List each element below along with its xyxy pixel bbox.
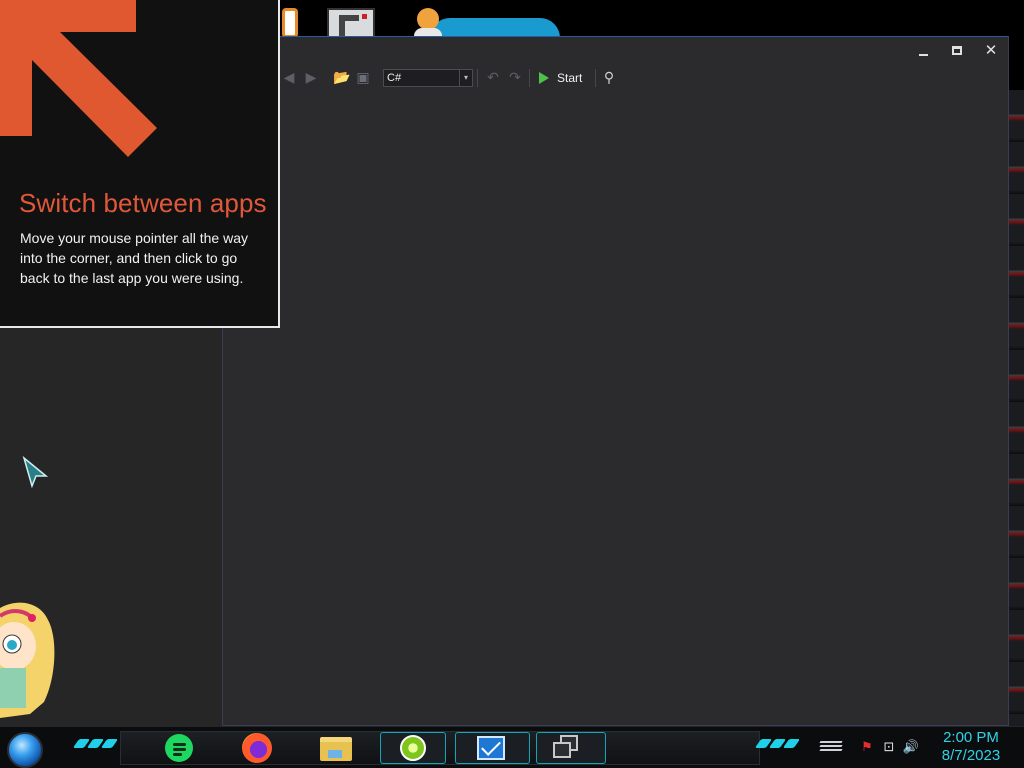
action-center-flag-icon[interactable]: ⚑ [858,739,876,755]
search-icon[interactable]: ⚲ [601,69,617,85]
desktop-app-icon-person[interactable] [414,8,442,38]
chevron-down-icon[interactable]: ▾ [459,70,472,86]
taskbar-file-explorer[interactable] [318,731,352,765]
toolbar-separator [477,69,478,87]
maximize-icon [952,46,962,55]
play-icon [539,72,549,84]
wallpaper-blue-shape [430,18,560,38]
system-tray: ⚑ ⊡ 🔊 [819,735,930,761]
taskbar-task-view[interactable] [548,731,582,765]
taskbar: ⚑ ⊡ 🔊 2:00 PM 8/7/2023 [0,726,1024,768]
taskbar-decoration-right [754,739,802,749]
open-folder-icon[interactable]: 📂 [333,69,350,85]
start-run-label: Start [557,71,583,85]
tip-title: Switch between apps [19,188,267,218]
wallpaper-scifi-strip [1008,90,1024,726]
taskbar-clock[interactable]: 2:00 PM 8/7/2023 [936,729,1006,765]
close-button[interactable]: ✕ [974,37,1008,65]
language-select-value: C# [387,72,402,84]
switch-apps-tip-flyout: Switch between apps Move your mouse poin… [0,0,280,328]
window-title-bar[interactable]: ✕ [223,37,1008,67]
toolbar-separator [529,69,530,87]
back-icon[interactable]: ◀ [281,69,297,85]
mail-icon [477,736,505,760]
language-select[interactable]: C# ▾ [383,69,473,87]
save-icon[interactable]: ▣ [355,69,371,85]
cartoon-character-image [0,602,55,718]
desktop-app-icon-orange[interactable] [282,8,298,38]
toolbar-separator [595,69,596,87]
network-icon[interactable]: ⊡ [880,739,898,755]
mouse-cursor-icon [22,456,48,488]
taskbar-decoration-left [72,739,120,749]
folder-icon [320,737,352,761]
redo-icon[interactable]: ↷ [507,69,523,85]
desktop-app-icon-map[interactable] [327,8,375,38]
clock-date: 8/7/2023 [941,747,1001,764]
chat-app-icon [165,734,193,762]
start-button[interactable] [7,732,43,768]
desktop: ✕ ◀ ▶ 📂 ▣ C# ▾ ↶ ↷ Start ⚲ Switch betwee… [0,0,1024,768]
clock-time: 2:00 PM [943,729,999,746]
editor-toolbar: ◀ ▶ 📂 ▣ C# ▾ ↶ ↷ Start ⚲ [281,67,681,91]
firefox-icon [242,733,272,763]
windows-icon [553,742,571,758]
maximize-button[interactable] [940,37,974,65]
tip-body: Move your mouse pointer all the way into… [20,230,248,286]
code-editor-window: ✕ ◀ ▶ 📂 ▣ C# ▾ ↶ ↷ Start ⚲ [222,36,1009,726]
minimize-icon [919,54,928,56]
taskbar-messaging-app[interactable] [162,731,196,765]
corner-arrow-icon [0,0,157,157]
lime-icon [400,735,426,761]
minimize-button[interactable] [906,37,940,65]
taskbar-mail[interactable] [474,731,508,765]
forward-icon[interactable]: ▶ [303,69,319,85]
volume-icon[interactable]: 🔊 [902,739,920,755]
show-hidden-icons-icon[interactable] [819,739,843,755]
taskbar-lime-app[interactable] [396,731,430,765]
start-run-button[interactable]: Start [537,68,593,88]
taskbar-firefox[interactable] [240,731,274,765]
undo-icon[interactable]: ↶ [485,69,501,85]
